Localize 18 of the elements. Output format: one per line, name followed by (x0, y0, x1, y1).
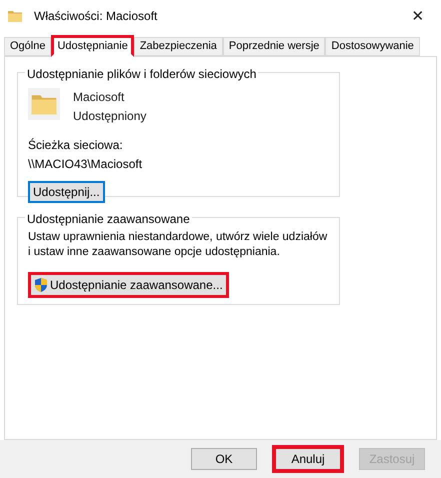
tab[interactable]: Ogólne (4, 37, 52, 56)
shield-icon (34, 277, 48, 293)
close-button[interactable]: ✕ (403, 4, 433, 28)
dialog-button[interactable]: OK (188, 445, 260, 473)
tab[interactable]: Zabezpieczenia (134, 37, 223, 56)
advanced-sharing-button[interactable]: Udostępnianie zaawansowane... (28, 272, 229, 298)
path-label: Ścieżka sieciowa: (28, 137, 124, 154)
tab[interactable]: Dostosowywanie (325, 37, 420, 56)
share-button[interactable]: Udostępnij... (28, 181, 105, 203)
share-status: Udostępniony (73, 108, 146, 125)
description: Ustaw uprawnienia niestandardowe, utwórz wiele udziałów i ustaw inne zaawansowane opcje udostępniania. (28, 230, 328, 260)
tab[interactable]: Udostępnianie (51, 35, 134, 57)
network-path: \\MACIO43\Maciosoft (28, 156, 144, 173)
folder-icon (7, 8, 23, 24)
dialog-button[interactable]: Anuluj (272, 445, 344, 473)
tab[interactable]: Poprzednie wersje (222, 37, 326, 56)
folder-name: Maciosoft (73, 89, 126, 106)
window-title: Właściwości: Maciosoft (34, 8, 158, 25)
